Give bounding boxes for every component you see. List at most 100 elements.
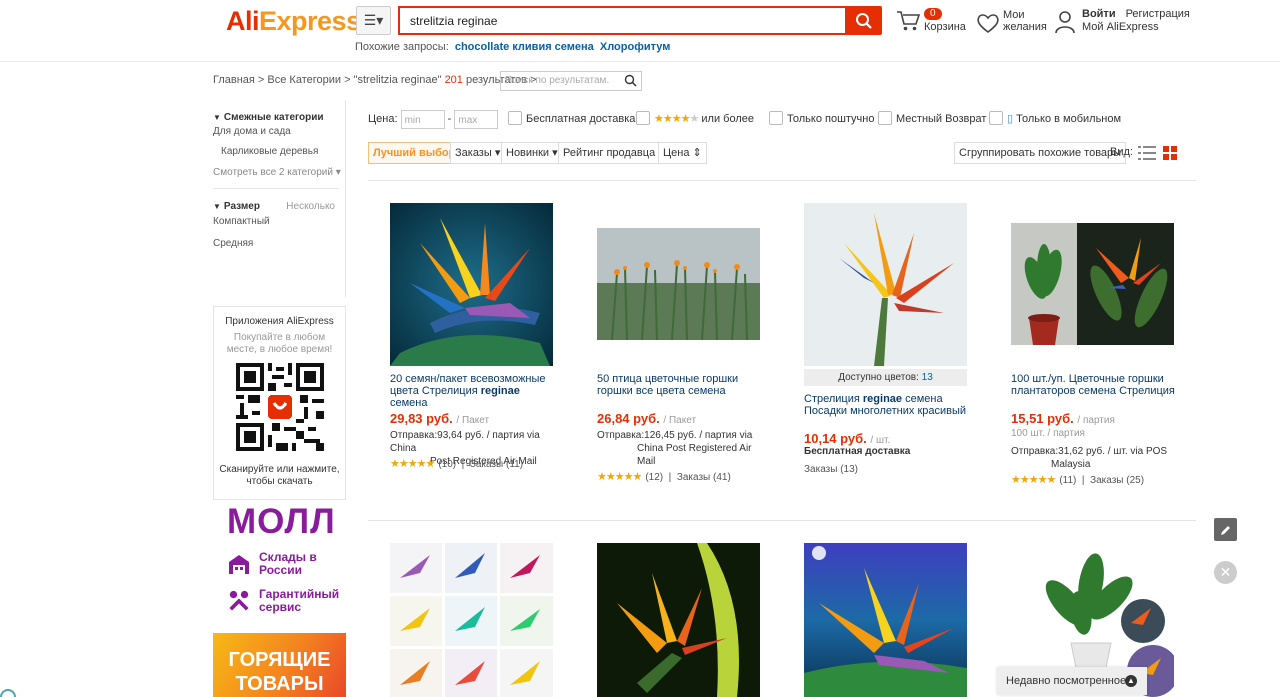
- shipping-info: Отправка:31,62 руб. / шт. via POS Malaysi…: [1011, 446, 1168, 470]
- warranty-service-link[interactable]: Гарантийный сервис: [227, 588, 349, 614]
- left-sidebar: ▼ Смежные категории Для дома и сада Карли…: [213, 100, 346, 697]
- triangle-down-icon: ▾: [494, 147, 501, 159]
- shipping-info: Отправка:126,45 руб. / партия via China P…: [597, 430, 753, 467]
- divider: [368, 520, 1196, 521]
- size-option[interactable]: Средняя: [213, 234, 345, 254]
- categories-menu-button[interactable]: ☰▾: [356, 6, 391, 35]
- user-icon: [1055, 11, 1075, 34]
- close-button[interactable]: ✕: [1214, 561, 1237, 584]
- result-count: 201: [444, 74, 463, 86]
- aliexpress-logo[interactable]: AliExpress™: [226, 6, 368, 37]
- local-return-filter[interactable]: Местный Возврат: [878, 110, 986, 129]
- sort-seller-rating[interactable]: Рейтинг продавца ▾: [558, 142, 669, 164]
- product-price: 15,51 руб. / партия: [1011, 411, 1115, 426]
- orders-link[interactable]: Заказы (41): [677, 472, 731, 483]
- product-image[interactable]: [804, 203, 967, 366]
- search-input[interactable]: strelitzia reginae: [398, 6, 846, 35]
- search-icon: [855, 12, 872, 29]
- group-similar-button[interactable]: Сгруппировать похожие товары: [954, 142, 1127, 164]
- sort-arrows-icon: ⇕: [692, 147, 702, 159]
- product-image[interactable]: [597, 543, 760, 697]
- chevron-down-icon: ▾: [335, 167, 341, 178]
- breadcrumb-all-categories[interactable]: Все Категории: [267, 74, 341, 86]
- orders-link[interactable]: Заказы (11): [470, 459, 523, 470]
- search-within-results-input[interactable]: Поиск по результатам.: [500, 71, 642, 91]
- product-title-link[interactable]: 50 птица цветочные горшки горшки все цве…: [597, 373, 767, 397]
- wrench-icon: [229, 590, 249, 611]
- mobile-only-filter[interactable]: ▯ Только в мобильном: [989, 110, 1121, 129]
- single-item-filter[interactable]: Только поштучно: [769, 110, 874, 129]
- orders-link[interactable]: Заказы (13): [804, 464, 858, 475]
- category-link[interactable]: Для дома и сада: [213, 122, 345, 142]
- size-heading[interactable]: ▼ Размер Несколько: [213, 189, 345, 212]
- lot-size: 100 шт. / партия: [1011, 428, 1085, 439]
- sort-orders[interactable]: Заказы ▾: [450, 142, 506, 164]
- grid-view-icon[interactable]: [1163, 146, 1177, 160]
- sort-newest[interactable]: Новинки ▾: [501, 142, 563, 164]
- divider: [368, 180, 1196, 181]
- reviews-link[interactable]: (10): [438, 459, 456, 470]
- rating-filter[interactable]: ★★★★★ или более: [636, 110, 754, 129]
- heart-icon: [977, 14, 999, 34]
- product-image[interactable]: [597, 228, 760, 340]
- hamburger-icon: ☰▾: [363, 12, 384, 28]
- my-aliexpress-link[interactable]: Мой AliExpress: [1082, 21, 1159, 33]
- product-title-link[interactable]: Стрелиция reginae семена Посадки многоле…: [804, 393, 974, 417]
- login-link[interactable]: Войти: [1082, 8, 1116, 20]
- mall-banner[interactable]: МОЛЛ: [227, 502, 336, 542]
- orders-link[interactable]: Заказы (25): [1090, 475, 1144, 486]
- price-min-input[interactable]: min: [400, 110, 445, 129]
- related-searches: Похожие запросы: chocollate кливия семен…: [355, 41, 671, 53]
- checkbox[interactable]: [508, 111, 522, 125]
- chat-icon[interactable]: [0, 689, 16, 697]
- size-multi-select[interactable]: Несколько: [286, 201, 335, 212]
- product-title-link[interactable]: 100 шт./уп. Цветочные горшки плантаторов…: [1011, 373, 1181, 397]
- sort-best-match[interactable]: Лучший выбор: [368, 142, 461, 164]
- pencil-icon: [1220, 525, 1230, 535]
- list-view-icon[interactable]: [1138, 146, 1156, 160]
- related-categories-heading[interactable]: ▼ Смежные категории: [213, 100, 345, 123]
- chevron-up-icon[interactable]: ▲: [1125, 675, 1137, 687]
- size-option[interactable]: Компактный: [213, 212, 345, 232]
- filter-bar: Цена: min - max Бесплатная доставка ★★★★…: [368, 110, 1198, 130]
- star-rating-icon: ★★★★★: [1011, 474, 1056, 486]
- app-download-box[interactable]: Приложения AliExpress Покупайте в любом …: [213, 306, 346, 500]
- search-button[interactable]: [845, 6, 882, 35]
- product-price: 29,83 руб. / Пакет: [390, 411, 490, 426]
- product-image[interactable]: [390, 203, 553, 366]
- phone-icon: ▯: [1007, 113, 1014, 125]
- cart-icon: [897, 11, 920, 31]
- checkbox[interactable]: [636, 111, 650, 125]
- search-icon[interactable]: [624, 74, 637, 87]
- edit-button[interactable]: [1214, 518, 1237, 541]
- qr-code[interactable]: [235, 363, 324, 451]
- breadcrumb: Главная > Все Категории > "strelitzia re…: [213, 74, 537, 86]
- recently-viewed-bar[interactable]: Недавно посмотренное ▲: [997, 667, 1147, 695]
- related-search-link[interactable]: chocollate кливия семена: [455, 41, 594, 53]
- product-image[interactable]: [804, 543, 967, 697]
- checkbox[interactable]: [769, 111, 783, 125]
- sort-price[interactable]: Цена ⇕: [658, 142, 707, 164]
- free-shipping-filter[interactable]: Бесплатная доставка: [508, 110, 635, 129]
- related-search-link[interactable]: Хлорофитум: [600, 41, 671, 53]
- product-title-link[interactable]: 20 семян/пакет всевозможные цвета Стрели…: [390, 373, 560, 409]
- hot-deals-banner[interactable]: ГОРЯЩИЕ ТОВАРЫ: [213, 633, 346, 697]
- breadcrumb-home[interactable]: Главная: [213, 74, 255, 86]
- triangle-down-icon: ▼: [213, 202, 221, 211]
- register-link[interactable]: Регистрация: [1126, 8, 1190, 20]
- reviews-link[interactable]: (11): [1059, 475, 1076, 486]
- see-all-categories-link[interactable]: Смотреть все 2 категорий ▾: [213, 162, 345, 184]
- russia-warehouses-link[interactable]: Склады в России: [227, 551, 329, 577]
- cart-button[interactable]: 0 Корзина: [896, 8, 966, 36]
- product-image[interactable]: [1011, 223, 1174, 345]
- free-shipping-label: Бесплатная доставка: [804, 446, 911, 457]
- checkbox[interactable]: [878, 111, 892, 125]
- price-max-input[interactable]: max: [454, 110, 499, 129]
- product-image[interactable]: [390, 543, 553, 697]
- category-link[interactable]: Карликовые деревья: [213, 142, 345, 162]
- star-rating-icon: ★★★★★: [654, 113, 699, 125]
- reviews-link[interactable]: (12): [645, 472, 663, 483]
- top-header: AliExpress™ ☰▾ strelitzia reginae Похожи…: [0, 0, 1280, 62]
- checkbox[interactable]: [989, 111, 1003, 125]
- product-price: 10,14 руб. / шт.: [804, 431, 891, 446]
